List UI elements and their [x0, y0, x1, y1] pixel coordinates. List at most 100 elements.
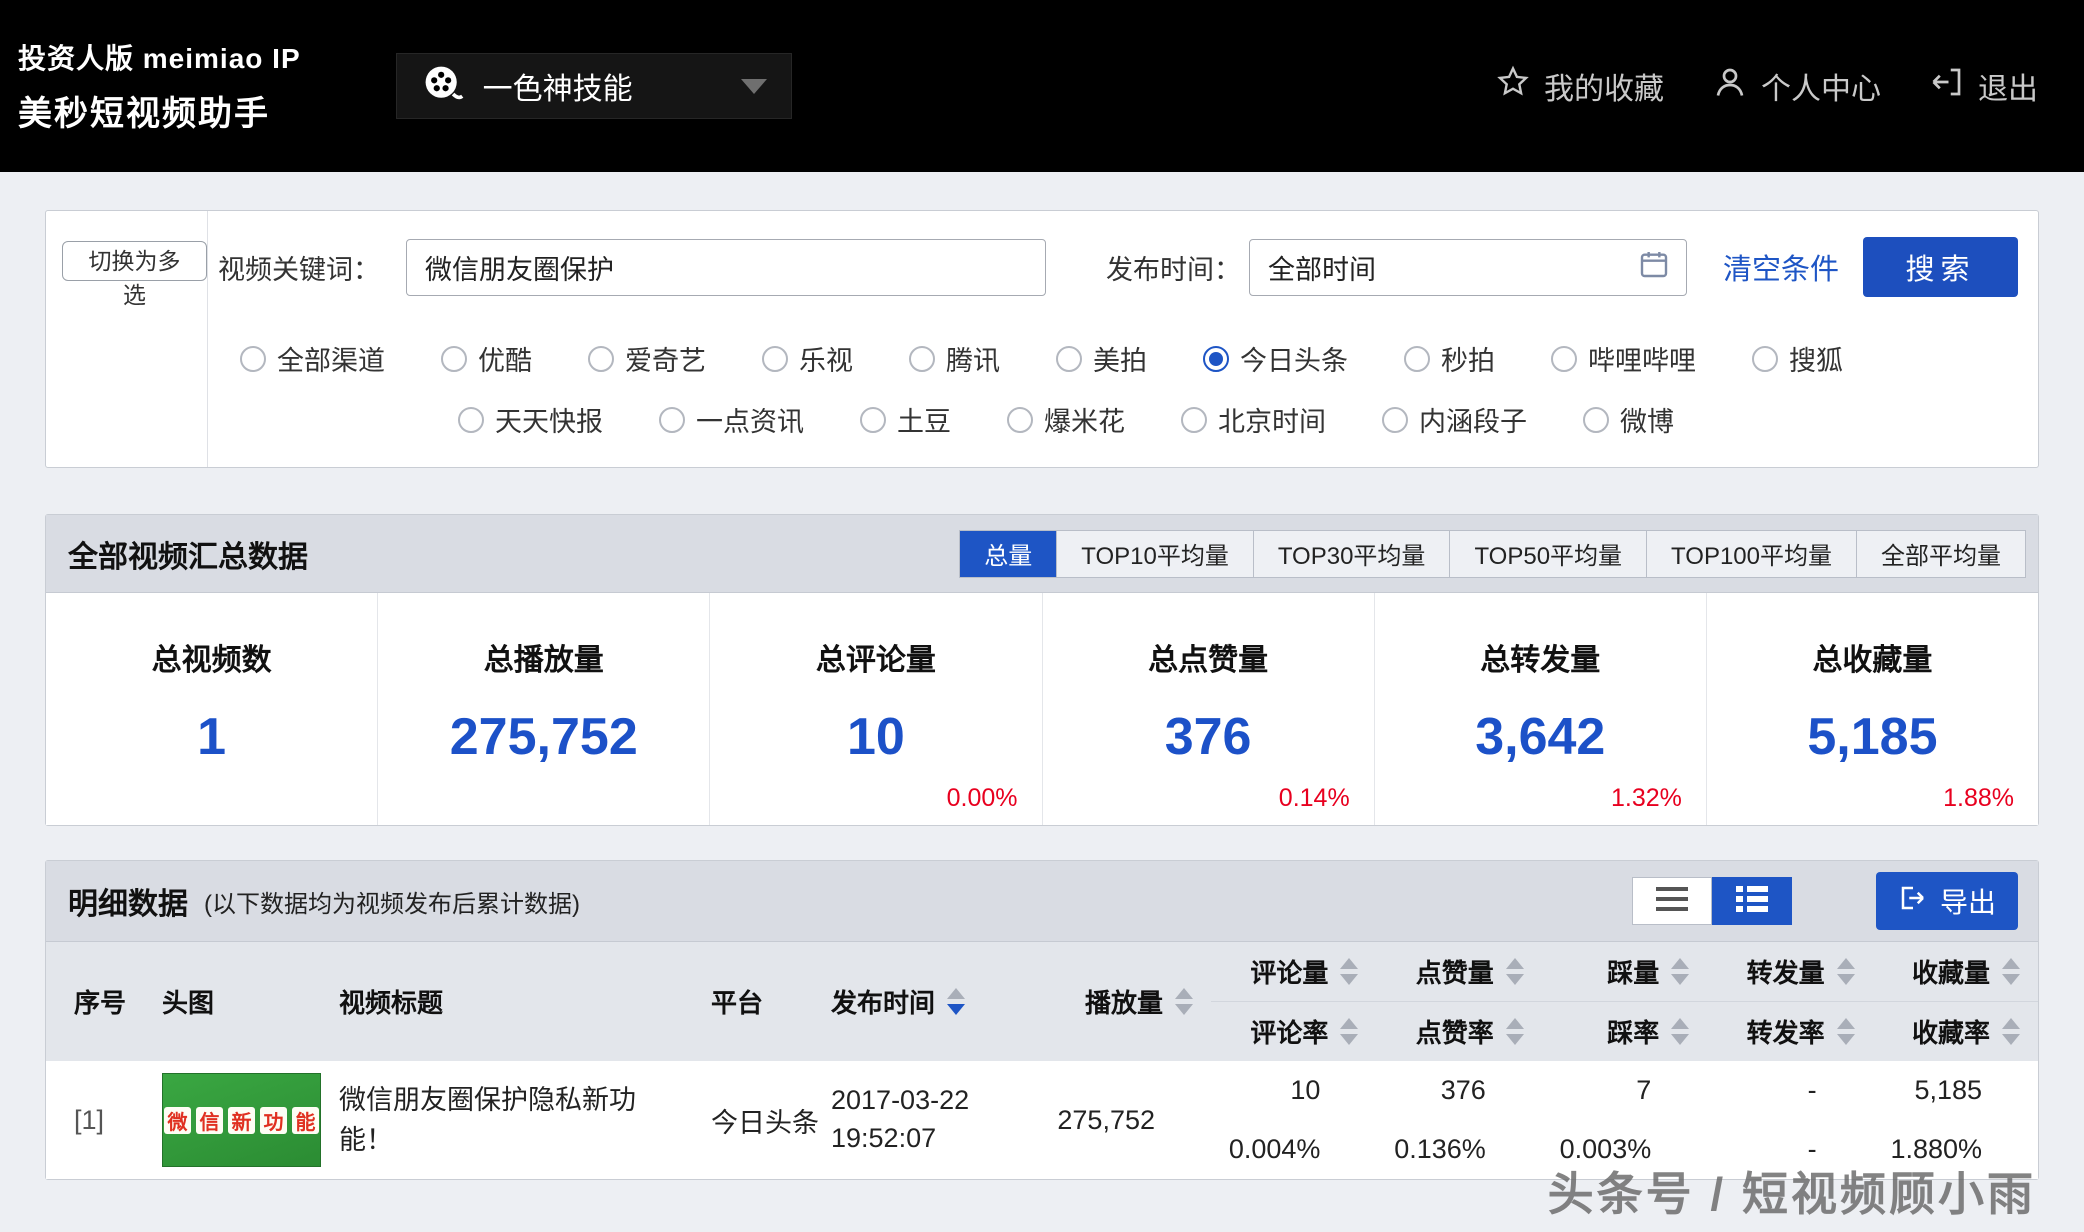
sort-icon	[1340, 958, 1358, 985]
sort-likes-rate[interactable]: 点赞率	[1376, 1002, 1541, 1062]
channel-radio-tencent[interactable]: 腾讯	[909, 339, 1000, 378]
tab-total[interactable]: 总量	[960, 531, 1056, 577]
brand-edition: 投资人版 meimiao IP	[18, 37, 301, 77]
keyword-input[interactable]	[406, 239, 1046, 296]
multi-select-toggle-button[interactable]: 切换为多选	[62, 241, 207, 281]
radio-icon	[1203, 346, 1229, 372]
radio-icon	[588, 346, 614, 372]
tab-all-avg[interactable]: 全部平均量	[1856, 531, 2025, 577]
channel-radio-kuaibao[interactable]: 天天快报	[458, 400, 603, 439]
channel-radio-bilibili[interactable]: 哔哩哔哩	[1551, 339, 1696, 378]
channel-label: 一点资讯	[696, 400, 804, 439]
channel-label: 搜狐	[1789, 339, 1843, 378]
channel-radio-tudou[interactable]: 土豆	[860, 400, 951, 439]
channel-radio-weibo[interactable]: 微博	[1583, 400, 1674, 439]
sort-icon	[1671, 1018, 1689, 1045]
channel-radio-baomihua[interactable]: 爆米花	[1007, 400, 1125, 439]
chevron-down-icon	[741, 79, 767, 94]
channel-label: 爆米花	[1044, 400, 1125, 439]
sort-favorites-count[interactable]: 收藏量	[1873, 942, 2038, 1002]
sort-icon	[2002, 958, 2020, 985]
clear-filters-link[interactable]: 清空条件	[1723, 246, 1839, 288]
video-title-link[interactable]: 微信朋友圈保护隐私新功能！	[321, 1061, 681, 1179]
watermark-text: 头条号 / 短视频顾小雨	[1548, 1158, 2036, 1224]
col-title: 视频标题	[321, 942, 681, 1061]
col-thumb: 头图	[146, 942, 321, 1061]
stat-total-likes: 总点赞量 376 0.14%	[1042, 593, 1374, 825]
tab-top100-avg[interactable]: TOP100平均量	[1646, 531, 1856, 577]
sort-shares-rate[interactable]: 转发率	[1707, 1002, 1872, 1062]
channel-radio-letv[interactable]: 乐视	[762, 339, 853, 378]
search-button[interactable]: 搜索	[1863, 237, 2018, 297]
time-range-picker[interactable]: 全部时间	[1249, 239, 1687, 296]
radio-icon	[659, 407, 685, 433]
channel-radio-sohu[interactable]: 搜狐	[1752, 339, 1843, 378]
stat-total-videos: 总视频数 1	[46, 593, 377, 825]
sort-dislikes-count[interactable]: 踩量	[1542, 942, 1707, 1002]
sort-icon	[1506, 1018, 1524, 1045]
col-dislikes: 踩量 踩率	[1542, 942, 1707, 1061]
logout-menu-item[interactable]: 退出	[1929, 64, 2038, 108]
metric-count-label: 转发量	[1747, 953, 1825, 990]
star-icon	[1495, 64, 1531, 108]
skill-dropdown[interactable]: 一色神技能	[396, 53, 792, 119]
radio-icon	[860, 407, 886, 433]
favorites-menu-item[interactable]: 我的收藏	[1495, 64, 1664, 108]
tab-top10-avg[interactable]: TOP10平均量	[1056, 531, 1253, 577]
row-platform: 今日头条	[681, 1061, 831, 1179]
radio-icon	[909, 346, 935, 372]
radio-icon	[1382, 407, 1408, 433]
channel-radio-toutiao[interactable]: 今日头条	[1203, 339, 1348, 378]
channel-radio-meipai[interactable]: 美拍	[1056, 339, 1147, 378]
detail-subtitle: (以下数据均为视频发布后累计数据)	[204, 884, 580, 919]
metric-count-label: 踩量	[1607, 953, 1659, 990]
thumbnail-char: 功	[260, 1107, 287, 1134]
channel-label: 土豆	[897, 400, 951, 439]
channel-radio-iqiyi[interactable]: 爱奇艺	[588, 339, 706, 378]
metric-count-value: 10	[1211, 1061, 1376, 1120]
channel-radio-neihan[interactable]: 内涵段子	[1382, 400, 1527, 439]
stat-total-comments: 总评论量 10 0.00%	[709, 593, 1041, 825]
profile-menu-item[interactable]: 个人中心	[1712, 64, 1881, 108]
channel-radio-all[interactable]: 全部渠道	[240, 339, 385, 378]
metric-rate-value: 0.004%	[1211, 1120, 1376, 1179]
skill-dropdown-value: 一色神技能	[483, 64, 723, 108]
channel-radio-btime[interactable]: 北京时间	[1181, 400, 1326, 439]
channel-radio-yidian[interactable]: 一点资讯	[659, 400, 804, 439]
channel-label: 爱奇艺	[625, 339, 706, 378]
sort-comments-count[interactable]: 评论量	[1211, 942, 1376, 1002]
metric-count-label: 点赞量	[1416, 953, 1494, 990]
sort-likes-count[interactable]: 点赞量	[1376, 942, 1541, 1002]
list-view-button[interactable]	[1632, 877, 1712, 925]
detail-view-button[interactable]	[1712, 877, 1792, 925]
sort-comments-rate[interactable]: 评论率	[1211, 1002, 1376, 1062]
filter-inputs-row: 视频关键词： 发布时间： 全部时间 清空条件 搜索	[218, 237, 2018, 297]
stat-label: 总点赞量	[1043, 635, 1374, 679]
channel-radio-youku[interactable]: 优酷	[441, 339, 532, 378]
top-menu: 我的收藏 个人中心 退出	[1495, 64, 2038, 108]
calendar-icon	[1638, 248, 1670, 287]
sort-icon	[1671, 958, 1689, 985]
pubtime-label: 发布时间	[831, 983, 935, 1020]
channel-label: 今日头条	[1240, 339, 1348, 378]
tab-top50-avg[interactable]: TOP50平均量	[1449, 531, 1646, 577]
export-button[interactable]: 导出	[1876, 872, 2018, 930]
channel-radio-miaopai[interactable]: 秒拍	[1404, 339, 1495, 378]
row-seq: [1]	[46, 1061, 146, 1179]
keyword-label: 视频关键词：	[218, 248, 380, 287]
col-comments: 评论量 评论率	[1211, 942, 1376, 1061]
stat-value: 275,752	[378, 707, 709, 767]
sort-dislikes-rate[interactable]: 踩率	[1542, 1002, 1707, 1062]
sort-favorites-rate[interactable]: 收藏率	[1873, 1002, 2038, 1062]
tab-top30-avg[interactable]: TOP30平均量	[1253, 531, 1450, 577]
row-pub-clock: 19:52:07	[831, 1120, 1041, 1158]
metric-rate-label: 转发率	[1747, 1013, 1825, 1050]
sort-shares-count[interactable]: 转发量	[1707, 942, 1872, 1002]
row-plays: 275,752	[1041, 1061, 1211, 1179]
channel-label: 秒拍	[1441, 339, 1495, 378]
col-plays-sort[interactable]: 播放量	[1041, 942, 1211, 1061]
col-pubtime-sort[interactable]: 发布时间	[831, 942, 1041, 1061]
video-thumbnail[interactable]: 微 信 新 功 能	[162, 1073, 321, 1167]
summary-stats: 总视频数 1 总播放量 275,752 总评论量 10 0.00% 总点赞量 3…	[46, 593, 2038, 825]
filter-main-column: 视频关键词： 发布时间： 全部时间 清空条件 搜索 全部渠道 优酷 爱奇艺 乐视…	[208, 211, 2038, 467]
